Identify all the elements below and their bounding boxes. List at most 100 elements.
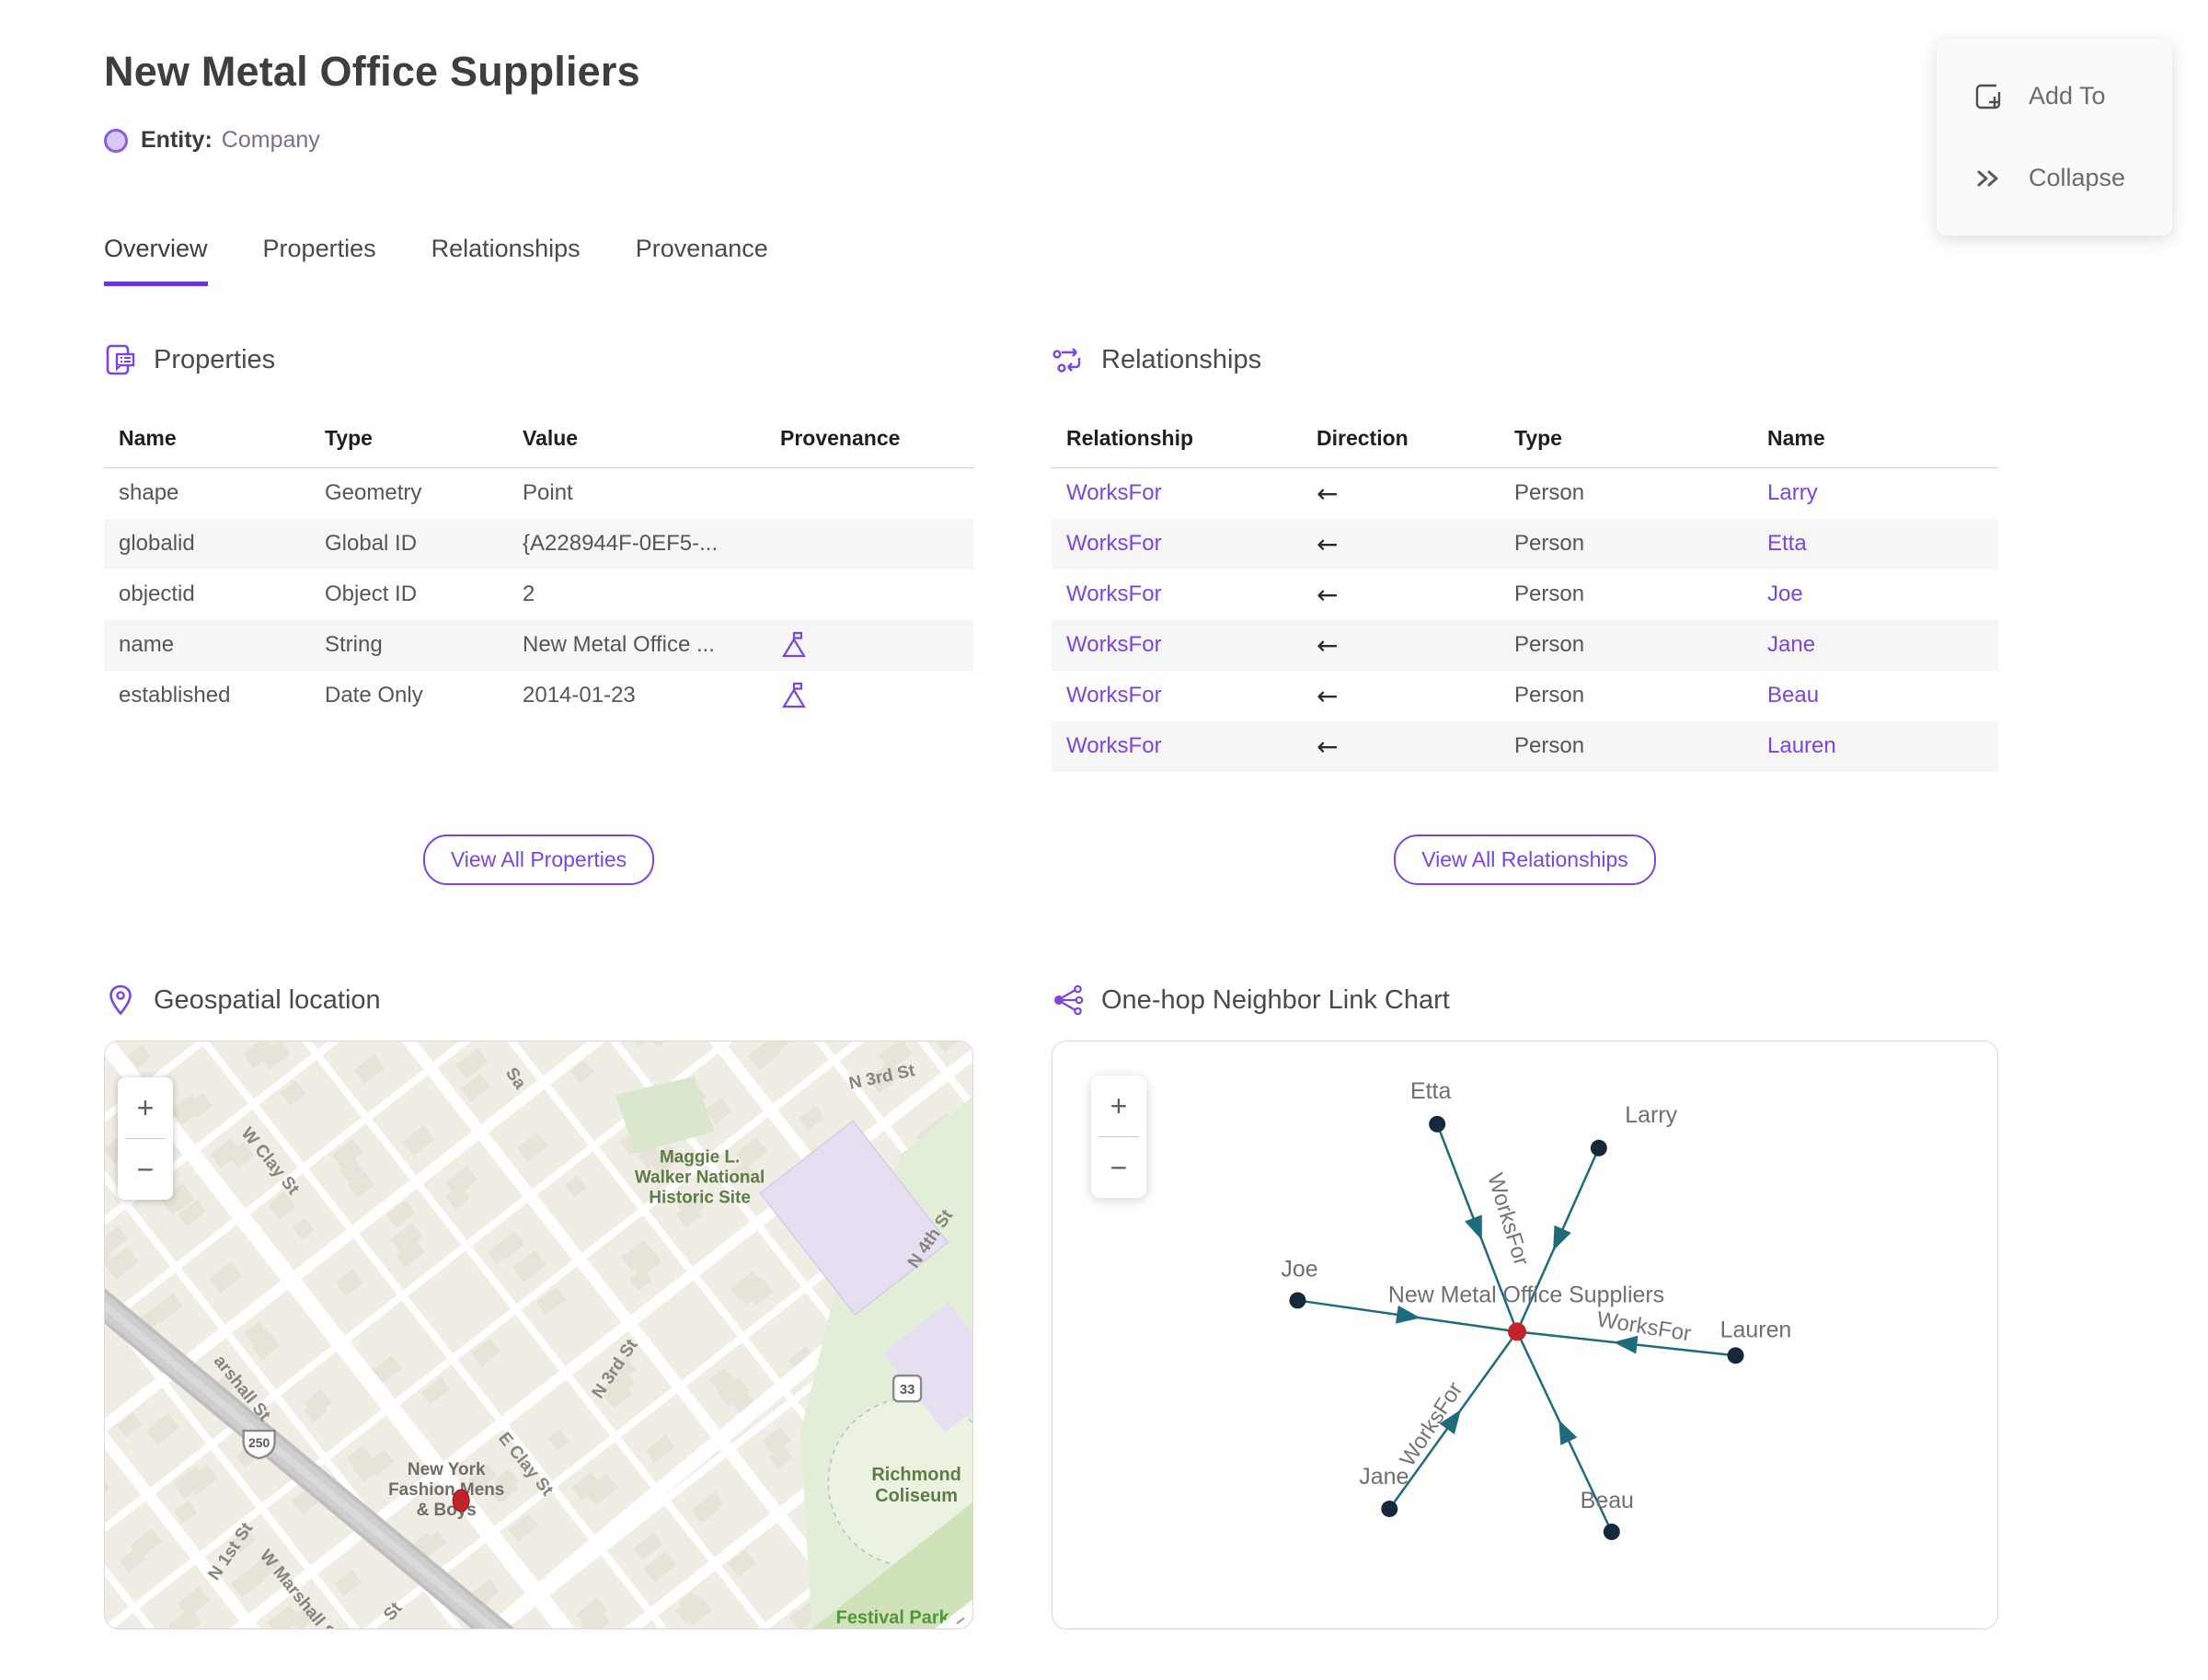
chart-zoom-in-button[interactable]: +	[1091, 1076, 1146, 1136]
relationship-type-link: WorksFor	[1052, 620, 1309, 671]
node-label-lauren: Lauren	[1720, 1317, 1792, 1342]
property-name: shape	[119, 480, 179, 506]
worksfor-link[interactable]: WorksFor	[1066, 683, 1162, 708]
relationships-col-name: Name	[1767, 426, 1825, 450]
property-provenance	[773, 570, 973, 620]
view-all-relationships-button[interactable]: View All Relationships	[1394, 834, 1656, 885]
node-label-etta: Etta	[1410, 1078, 1451, 1104]
node-label-larry: Larry	[1625, 1102, 1677, 1128]
geospatial-title: Geospatial location	[154, 984, 381, 1015]
relationships-col-type: Type	[1514, 426, 1562, 450]
property-type: Object ID	[325, 581, 418, 606]
property-type: Geometry	[325, 480, 422, 506]
node-etta[interactable]	[1429, 1115, 1446, 1133]
relationship-entity-name: Etta	[1760, 519, 1998, 570]
add-to-icon	[1975, 84, 2001, 109]
person-link[interactable]: Etta	[1767, 531, 1807, 556]
worksfor-link[interactable]: WorksFor	[1066, 733, 1162, 758]
route-shield-250: 250	[242, 1429, 276, 1460]
person-link[interactable]: Larry	[1767, 480, 1818, 505]
properties-col-name: Name	[119, 426, 177, 450]
node-joe[interactable]	[1289, 1292, 1306, 1309]
relationship-entity-name: Lauren	[1760, 721, 1998, 772]
provenance-flag-icon[interactable]	[780, 682, 808, 709]
properties-col-type: Type	[325, 426, 373, 450]
collapse-button[interactable]: Collapse	[1972, 162, 2172, 195]
property-row-shape: shape Geometry Point	[104, 468, 973, 519]
node-center-company[interactable]	[1508, 1322, 1526, 1341]
tab-bar: Overview Properties Relationships Provenanc…	[104, 235, 2208, 286]
add-to-button[interactable]: Add To	[1972, 80, 2172, 113]
relationship-row-joe: WorksFor ← Person Joe	[1052, 570, 1998, 620]
relationships-col-relationship: Relationship	[1066, 426, 1194, 450]
relationship-direction: ←	[1317, 680, 1339, 711]
relationship-type-link: WorksFor	[1052, 721, 1309, 772]
chart-zoom-out-button[interactable]: −	[1091, 1137, 1146, 1198]
relationships-section: Relationships Relationship Direction Type N…	[1052, 343, 1998, 822]
node-beau[interactable]	[1603, 1523, 1620, 1540]
relationship-type-link: WorksFor	[1052, 519, 1309, 570]
map-card: + − k RdW Clay StSaN 3rd StN 4th Starsha…	[104, 1041, 973, 1629]
page-title: New Metal Office Suppliers	[104, 48, 640, 95]
basemap[interactable]: k RdW Clay StSaN 3rd StN 4th Starshall S…	[105, 1041, 972, 1629]
relationships-heading: Relationships	[1052, 343, 1998, 376]
property-name: objectid	[119, 581, 195, 606]
property-row-objectid: objectid Object ID 2	[104, 570, 973, 620]
node-larry[interactable]	[1590, 1139, 1607, 1156]
relationships-actions: View All Relationships	[1052, 822, 1998, 941]
svg-text:250: 250	[248, 1435, 270, 1450]
relationship-row-larry: WorksFor ← Person Larry	[1052, 468, 1998, 519]
relationship-direction: ←	[1317, 731, 1339, 762]
property-value: New Metal Office ...	[523, 632, 715, 657]
link-chart-card: + − WorksFor WorksFor WorksFor New Metal Of…	[1052, 1041, 1998, 1629]
relationships-table: Relationship Direction Type Name WorksFor ← P…	[1052, 413, 1998, 772]
person-link[interactable]: Lauren	[1767, 733, 1836, 758]
node-label-jane: Jane	[1359, 1464, 1409, 1490]
node-lauren[interactable]	[1727, 1347, 1744, 1364]
properties-form-icon	[106, 344, 135, 375]
relationship-row-beau: WorksFor ← Person Beau	[1052, 671, 1998, 721]
relationship-type-link: WorksFor	[1052, 468, 1309, 519]
properties-header-row: Name Type Value Provenance	[104, 413, 973, 468]
entity-row: Entity: Company	[104, 127, 2208, 154]
person-link[interactable]: Jane	[1767, 632, 1815, 657]
property-value: 2	[523, 581, 535, 606]
worksfor-link[interactable]: WorksFor	[1066, 581, 1162, 606]
tab-provenance[interactable]: Provenance	[636, 235, 768, 286]
properties-title: Properties	[154, 344, 276, 374]
tab-relationships[interactable]: Relationships	[431, 235, 581, 286]
properties-col-value: Value	[523, 426, 579, 450]
map-zoom-in-button[interactable]: +	[118, 1077, 173, 1138]
property-provenance	[773, 671, 973, 721]
node-jane[interactable]	[1381, 1501, 1398, 1517]
tab-properties[interactable]: Properties	[263, 235, 376, 286]
edge-label-worksfor: WorksFor	[1595, 1307, 1693, 1347]
properties-actions: View All Properties	[104, 822, 973, 941]
properties-heading: Properties	[104, 343, 973, 376]
tab-overview[interactable]: Overview	[104, 235, 208, 286]
property-provenance	[773, 468, 973, 519]
map-zoom-control: + −	[118, 1077, 173, 1200]
relationship-entity-type: Person	[1514, 581, 1585, 606]
chevrons-right-icon	[1977, 170, 1998, 186]
person-link[interactable]: Joe	[1767, 581, 1803, 606]
map-zoom-out-button[interactable]: −	[118, 1139, 173, 1200]
edge-arrowhead	[1395, 1305, 1421, 1324]
edge-arrowhead	[1465, 1214, 1482, 1241]
relationship-type-link: WorksFor	[1052, 570, 1309, 620]
person-link[interactable]: Beau	[1767, 683, 1819, 708]
entity-type-icon	[104, 128, 128, 153]
worksfor-link[interactable]: WorksFor	[1066, 480, 1162, 505]
provenance-flag-icon[interactable]	[780, 631, 808, 659]
worksfor-link[interactable]: WorksFor	[1066, 632, 1162, 657]
view-all-properties-button[interactable]: View All Properties	[422, 834, 655, 885]
property-type: Date Only	[325, 683, 423, 708]
relationship-direction: ←	[1317, 579, 1339, 610]
property-value: Point	[523, 480, 573, 506]
relationship-row-lauren: WorksFor ← Person Lauren	[1052, 720, 1998, 772]
relationship-entity-name: Larry	[1760, 468, 1998, 519]
map-pin-icon	[109, 984, 132, 1016]
link-chart-canvas[interactable]: WorksForWorksForWorksForNew Metal Office…	[1052, 1041, 1997, 1629]
worksfor-link[interactable]: WorksFor	[1066, 531, 1162, 556]
relationship-type-link: WorksFor	[1052, 671, 1309, 721]
